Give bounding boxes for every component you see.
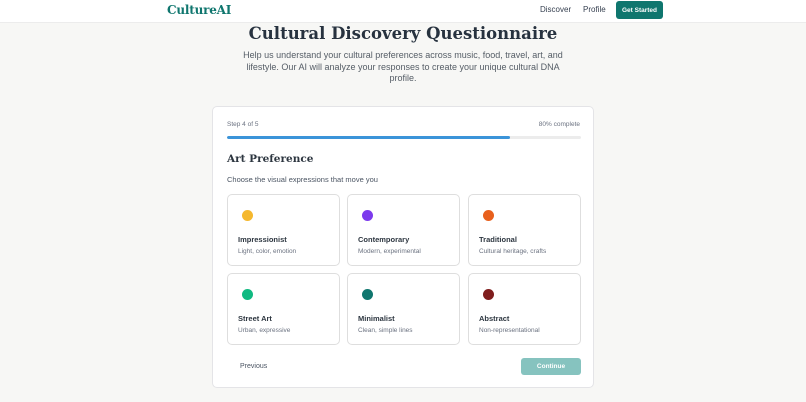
nav-link-profile[interactable]: Profile	[583, 5, 606, 14]
progress-bar	[227, 136, 581, 139]
color-dot-icon	[242, 289, 253, 300]
nav-link-discover[interactable]: Discover	[540, 5, 571, 14]
option-impressionist[interactable]: Impressionist Light, color, emotion	[227, 194, 340, 266]
option-description: Non-representational	[479, 327, 540, 334]
option-description: Cultural heritage, crafts	[479, 248, 547, 255]
navbar: CultureAI Discover Profile Get Started	[0, 0, 806, 23]
option-contemporary[interactable]: Contemporary Modern, experimental	[347, 194, 460, 266]
section-title: Art Preference	[227, 153, 314, 165]
option-name: Street Art	[238, 314, 272, 323]
step-label: Step 4 of 5	[227, 121, 259, 128]
color-dot-icon	[483, 210, 494, 221]
color-dot-icon	[362, 289, 373, 300]
option-description: Light, color, emotion	[238, 248, 297, 255]
option-name: Minimalist	[358, 314, 395, 323]
option-name: Abstract	[479, 314, 510, 323]
page-title: Cultural Discovery Questionnaire	[248, 24, 558, 43]
option-name: Contemporary	[358, 235, 410, 244]
option-description: Urban, expressive	[238, 327, 291, 334]
questionnaire-card: Step 4 of 5 80% complete Art Preference …	[212, 106, 594, 388]
option-traditional[interactable]: Traditional Cultural heritage, crafts	[468, 194, 581, 266]
option-abstract[interactable]: Abstract Non-representational	[468, 273, 581, 345]
percent-complete: 80% complete	[538, 121, 580, 128]
color-dot-icon	[362, 210, 373, 221]
section-subtitle: Choose the visual expressions that move …	[227, 175, 378, 184]
option-name: Impressionist	[238, 235, 287, 244]
progress-fill	[227, 136, 511, 139]
get-started-button[interactable]: Get Started	[616, 1, 663, 19]
option-minimalist[interactable]: Minimalist Clean, simple lines	[347, 273, 460, 345]
previous-button[interactable]: Previous	[240, 363, 267, 370]
option-name: Traditional	[479, 235, 517, 244]
page-subtitle: Help us understand your cultural prefere…	[243, 50, 563, 84]
option-street-art[interactable]: Street Art Urban, expressive	[227, 273, 340, 345]
brand-logo[interactable]: CultureAI	[167, 3, 231, 17]
color-dot-icon	[242, 210, 253, 221]
continue-button[interactable]: Continue	[521, 358, 581, 375]
option-description: Modern, experimental	[358, 248, 421, 255]
color-dot-icon	[483, 289, 494, 300]
option-description: Clean, simple lines	[358, 327, 413, 334]
